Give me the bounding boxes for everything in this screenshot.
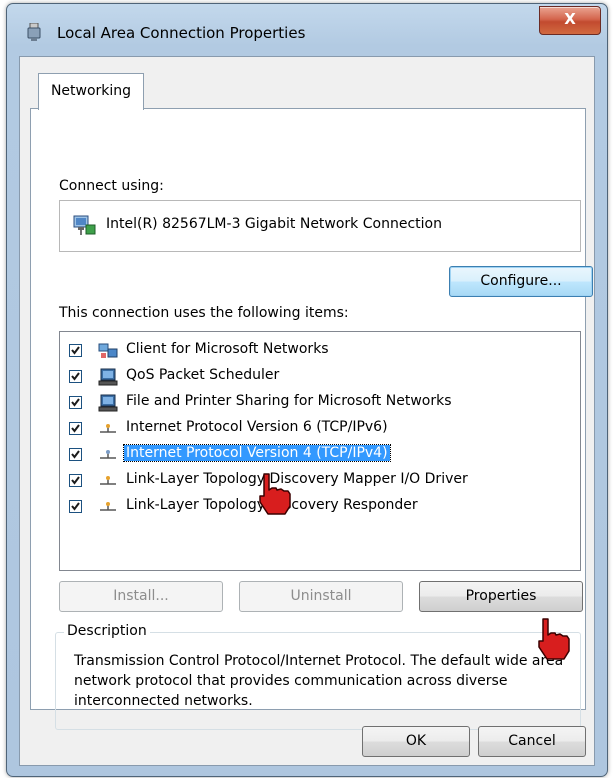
network-adapter-icon <box>73 215 96 235</box>
items-label: This connection uses the following items… <box>59 305 349 321</box>
hand-cursor-icon <box>259 473 291 515</box>
computer-icon <box>98 394 118 412</box>
window-title: Local Area Connection Properties <box>57 24 306 42</box>
ok-label: OK <box>405 733 427 749</box>
item-checkbox[interactable] <box>69 396 82 409</box>
item-label: Internet Protocol Version 4 (TCP/IPv4) <box>123 444 391 462</box>
check-icon <box>71 476 80 485</box>
connect-using-label: Connect using: <box>59 178 164 194</box>
adapter-name: Intel(R) 82567LM-3 Gigabit Network Conne… <box>106 216 442 232</box>
list-item-lltd-mapper[interactable]: Link-Layer Topology Discovery Mapper I/O… <box>66 469 566 493</box>
list-item-ipv6[interactable]: Internet Protocol Version 6 (TCP/IPv6) <box>66 417 566 441</box>
check-icon <box>71 372 80 381</box>
protocol-icon <box>100 424 116 433</box>
description-group: Description Transmission Control Protoco… <box>55 623 581 730</box>
protocol-icon <box>100 450 116 459</box>
close-icon: X <box>564 10 576 28</box>
check-icon <box>71 398 80 407</box>
description-text: Transmission Control Protocol/Internet P… <box>74 653 564 709</box>
protocol-icon <box>100 476 116 485</box>
dialog-client-area: Networking Connect using: Intel(R) 82567… <box>19 56 595 766</box>
tab-networking[interactable]: Networking <box>38 73 144 110</box>
ok-button[interactable]: OK <box>362 726 470 757</box>
check-icon <box>71 346 80 355</box>
list-item-ipv4[interactable]: Internet Protocol Version 4 (TCP/IPv4) <box>66 443 566 467</box>
item-label: QoS Packet Scheduler <box>126 367 280 383</box>
list-item-client-ms-networks[interactable]: Client for Microsoft Networks <box>66 339 566 363</box>
install-button[interactable]: Install... <box>59 581 223 612</box>
list-item-lltd-responder[interactable]: Link-Layer Topology Discovery Responder <box>66 495 566 519</box>
item-label: Client for Microsoft Networks <box>126 341 329 357</box>
networking-panel: Connect using: Intel(R) 82567LM-3 Gigabi… <box>30 108 593 730</box>
cancel-button[interactable]: Cancel <box>478 726 586 757</box>
item-checkbox[interactable] <box>69 344 82 357</box>
components-list[interactable]: Client for Microsoft Networks QoS Packet… <box>59 331 581 571</box>
list-item-file-printer-sharing[interactable]: File and Printer Sharing for Microsoft N… <box>66 391 566 415</box>
protocol-icon <box>100 502 116 511</box>
check-icon <box>71 450 80 459</box>
item-checkbox[interactable] <box>69 370 82 383</box>
description-legend: Description <box>64 623 150 639</box>
check-icon <box>71 502 80 511</box>
install-label: Install... <box>113 588 169 604</box>
check-icon <box>71 424 80 433</box>
item-label: File and Printer Sharing for Microsoft N… <box>126 393 452 409</box>
properties-button[interactable]: Properties <box>419 581 583 612</box>
item-checkbox[interactable] <box>69 422 82 435</box>
cancel-label: Cancel <box>508 733 556 749</box>
item-checkbox[interactable] <box>69 500 82 513</box>
item-label: Internet Protocol Version 6 (TCP/IPv6) <box>126 419 388 435</box>
item-checkbox[interactable] <box>69 448 82 461</box>
properties-label: Properties <box>465 588 537 604</box>
title-bar[interactable]: Local Area Connection Properties X <box>7 4 607 56</box>
item-checkbox[interactable] <box>69 474 82 487</box>
list-item-qos-packet-scheduler[interactable]: QoS Packet Scheduler <box>66 365 566 389</box>
close-button[interactable]: X <box>539 6 601 35</box>
network-client-icon <box>98 343 118 358</box>
configure-label-text: Configure... <box>480 273 562 289</box>
configure-button[interactable]: Configure... <box>449 266 593 297</box>
uninstall-button[interactable]: Uninstall <box>239 581 403 612</box>
dialog-window: Local Area Connection Properties X Netwo… <box>6 3 608 777</box>
uninstall-label: Uninstall <box>290 588 352 604</box>
network-adapter-icon <box>27 23 41 41</box>
hand-cursor-icon <box>538 618 570 660</box>
adapter-field: Intel(R) 82567LM-3 Gigabit Network Conne… <box>59 200 581 252</box>
tab-label: Networking <box>50 83 132 99</box>
computer-icon <box>98 368 118 386</box>
